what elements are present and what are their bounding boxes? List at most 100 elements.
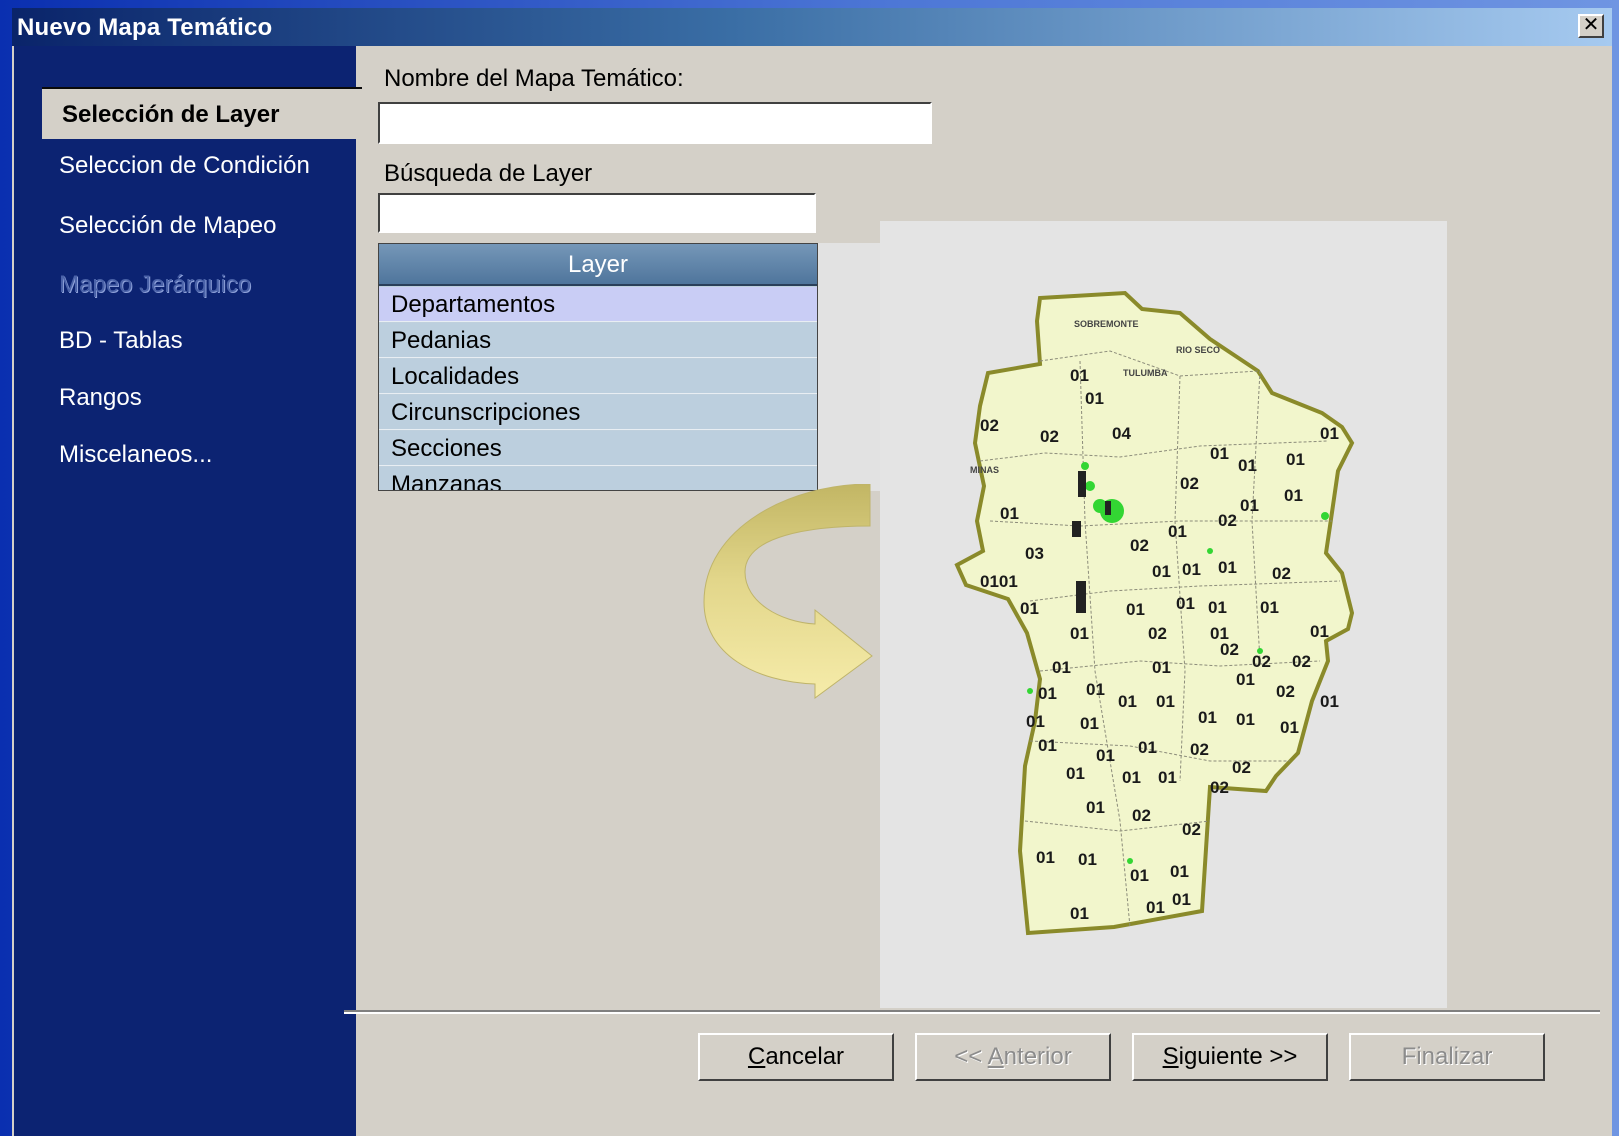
svg-text:01: 01 (1020, 599, 1039, 618)
svg-text:01: 01 (1320, 692, 1339, 711)
svg-text:01: 01 (1026, 712, 1045, 731)
layer-row[interactable]: Localidades (379, 359, 817, 394)
svg-text:01: 01 (1168, 522, 1187, 541)
svg-text:0101: 0101 (980, 572, 1018, 591)
layer-row[interactable]: Circunscripciones (379, 395, 817, 430)
wizard-step-sidebar: Selección de Layer Seleccion de Condició… (14, 46, 362, 1136)
svg-text:01: 01 (1118, 692, 1137, 711)
svg-text:01: 01 (1284, 486, 1303, 505)
svg-text:01: 01 (1126, 600, 1145, 619)
svg-text:01: 01 (1176, 594, 1195, 613)
svg-text:01: 01 (1236, 670, 1255, 689)
svg-text:01: 01 (1236, 710, 1255, 729)
svg-text:01: 01 (1210, 444, 1229, 463)
svg-text:01: 01 (1122, 768, 1141, 787)
map-name-label: Nombre del Mapa Temático: (384, 65, 684, 92)
svg-text:01: 01 (1172, 890, 1191, 909)
svg-text:02: 02 (1182, 820, 1201, 839)
layer-row[interactable]: Secciones (379, 431, 817, 466)
map-region-name: RIO SECO (1176, 345, 1220, 355)
svg-text:01: 01 (1066, 764, 1085, 783)
step-seleccion-de-mapeo[interactable]: Selección de Mapeo (59, 212, 276, 240)
cordoba-map: SOBREMONTE RIO SECO TULUMBA MINAS 0101 0… (954, 290, 1355, 936)
map-region-name: MINAS (970, 465, 999, 475)
svg-text:01: 01 (1086, 680, 1105, 699)
svg-text:01: 01 (1260, 598, 1279, 617)
svg-text:01: 01 (1158, 768, 1177, 787)
svg-text:01: 01 (1198, 708, 1217, 727)
svg-text:01: 01 (1286, 450, 1305, 469)
svg-text:01: 01 (1280, 718, 1299, 737)
step-miscelaneos[interactable]: Miscelaneos... (59, 441, 212, 469)
svg-text:02: 02 (1210, 778, 1229, 797)
svg-text:01: 01 (1310, 622, 1329, 641)
next-button[interactable]: Siguiente >> (1132, 1033, 1328, 1081)
svg-text:01: 01 (1085, 389, 1104, 408)
close-icon: ✕ (1582, 14, 1600, 36)
window-title: Nuevo Mapa Temático (17, 14, 273, 41)
svg-text:01: 01 (1182, 560, 1201, 579)
finish-button[interactable]: Finalizar (1349, 1033, 1545, 1081)
layer-row[interactable]: Pedanias (379, 323, 817, 358)
svg-text:01: 01 (1038, 684, 1057, 703)
svg-text:01: 01 (1070, 366, 1089, 385)
svg-text:01: 01 (1146, 898, 1165, 917)
button-bar-divider (344, 1010, 1600, 1014)
svg-text:01: 01 (1096, 746, 1115, 765)
svg-text:01: 01 (1152, 658, 1171, 677)
svg-text:01: 01 (1052, 658, 1071, 677)
svg-text:01: 01 (1070, 904, 1089, 923)
svg-text:01: 01 (1238, 456, 1257, 475)
svg-text:02: 02 (1148, 624, 1167, 643)
step-mapeo-jerarquico: Mapeo Jerárquico (59, 271, 252, 298)
svg-text:01: 01 (1130, 866, 1149, 885)
svg-text:03: 03 (1025, 544, 1044, 563)
svg-text:01: 01 (1240, 496, 1259, 515)
cancel-button[interactable]: Cancelar (698, 1033, 894, 1081)
svg-text:02: 02 (1040, 427, 1059, 446)
layer-search-label: Búsqueda de Layer (384, 160, 593, 187)
svg-text:01: 01 (1036, 848, 1055, 867)
title-bar[interactable]: Nuevo Mapa Temático ✕ (12, 8, 1612, 46)
svg-text:02: 02 (1292, 652, 1311, 671)
svg-text:02: 02 (1218, 511, 1237, 530)
svg-text:01: 01 (1138, 738, 1157, 757)
svg-text:01: 01 (1038, 736, 1057, 755)
svg-text:02: 02 (1252, 652, 1271, 671)
svg-text:01: 01 (1070, 624, 1089, 643)
svg-text:02: 02 (1190, 740, 1209, 759)
svg-text:01: 01 (1000, 504, 1019, 523)
svg-text:01: 01 (1320, 424, 1339, 443)
svg-text:01: 01 (1080, 714, 1099, 733)
step-seleccion-de-layer[interactable]: Selección de Layer (42, 87, 362, 139)
map-region-name: SOBREMONTE (1074, 319, 1139, 329)
map-preview-panel: SOBREMONTE RIO SECO TULUMBA MINAS 01 01 0… (880, 221, 1447, 1008)
svg-text:02: 02 (1130, 536, 1149, 555)
svg-text:02: 02 (1132, 806, 1151, 825)
svg-text:01: 01 (1078, 850, 1097, 869)
svg-text:02: 02 (1180, 474, 1199, 493)
svg-text:02: 02 (980, 416, 999, 435)
layer-search-input[interactable] (378, 193, 816, 233)
svg-text:02: 02 (1220, 640, 1239, 659)
svg-text:01: 01 (1156, 692, 1175, 711)
back-button[interactable]: << Anterior (915, 1033, 1111, 1081)
map-name-input[interactable] (378, 102, 932, 144)
province-outline (954, 290, 1355, 936)
svg-text:02: 02 (1232, 758, 1251, 777)
close-button[interactable]: ✕ (1578, 14, 1604, 38)
step-bd-tablas[interactable]: BD - Tablas (59, 327, 183, 355)
curved-arrow-icon (703, 484, 873, 699)
svg-text:04: 04 (1112, 424, 1131, 443)
svg-text:02: 02 (1276, 682, 1295, 701)
layer-grid-empty-area (818, 243, 882, 491)
layer-grid: Layer Departamentos Pedanias Localidades… (378, 243, 818, 491)
svg-text:01: 01 (1218, 558, 1237, 577)
step-seleccion-de-condicion[interactable]: Seleccion de Condición (59, 152, 310, 180)
layer-row[interactable]: Departamentos (379, 287, 817, 322)
map-region-name: TULUMBA (1123, 368, 1168, 378)
layer-column-header[interactable]: Layer (379, 244, 817, 286)
step-rangos[interactable]: Rangos (59, 384, 142, 412)
svg-text:01: 01 (1086, 798, 1105, 817)
svg-text:01: 01 (1208, 598, 1227, 617)
